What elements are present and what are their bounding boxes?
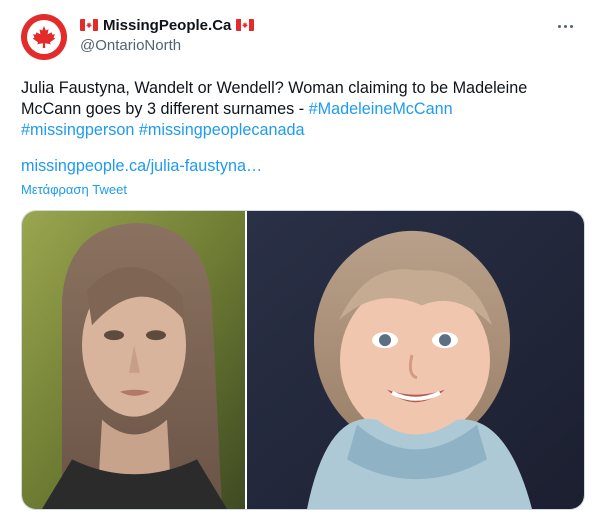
- photo-child[interactable]: [247, 211, 584, 509]
- media-grid: [21, 210, 585, 510]
- maple-leaf-icon: [27, 20, 61, 54]
- hashtag[interactable]: #MadeleineMcCann: [309, 100, 453, 118]
- display-name[interactable]: MissingPeople.Ca: [103, 17, 231, 34]
- tweet-card: MissingPeople.Ca @OntarioNorth Julia Fau…: [0, 0, 595, 520]
- canada-flag-icon: [80, 19, 98, 31]
- canada-flag-icon: [236, 19, 255, 31]
- name-row: MissingPeople.Ca: [80, 15, 255, 35]
- tweet-text: Julia Faustyna, Wandelt or Wendell? Woma…: [21, 78, 581, 141]
- translate-tweet-button[interactable]: Μετάφραση Tweet: [21, 182, 127, 197]
- photo-woman[interactable]: [22, 211, 245, 509]
- hashtag[interactable]: #missingperson: [21, 121, 134, 139]
- more-options-icon[interactable]: [553, 14, 577, 38]
- avatar[interactable]: [21, 14, 67, 60]
- hashtag[interactable]: #missingpeoplecanada: [139, 121, 305, 139]
- tweet-link[interactable]: missingpeople.ca/julia-faustyna…: [21, 157, 262, 176]
- tweet-header: MissingPeople.Ca @OntarioNorth: [80, 15, 255, 54]
- user-handle[interactable]: @OntarioNorth: [80, 37, 254, 54]
